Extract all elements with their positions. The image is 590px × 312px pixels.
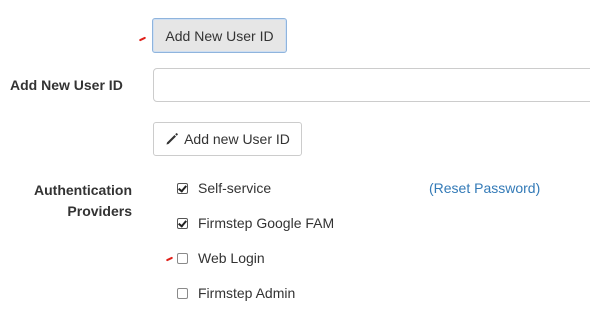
add-user-id-button-label: Add new User ID <box>184 131 290 147</box>
provider-firmstep-google-fam[interactable]: Firmstep Google FAM <box>177 215 334 231</box>
auth-label-line1: Authentication <box>34 182 132 198</box>
checkbox-unchecked[interactable] <box>177 287 188 299</box>
pencil-icon <box>165 132 179 146</box>
provider-label: Self-service <box>198 180 272 196</box>
provider-self-service[interactable]: Self-service <box>177 180 271 196</box>
annotation-mark <box>138 36 147 42</box>
add-user-id-button[interactable]: Add new User ID <box>153 122 302 156</box>
provider-label: Web Login <box>198 250 265 266</box>
auth-label-line2: Providers <box>67 203 132 219</box>
reset-password-link[interactable]: (Reset Password) <box>429 180 540 196</box>
provider-label: Firmstep Admin <box>198 285 296 301</box>
provider-label: Firmstep Google FAM <box>198 215 335 231</box>
checkbox-checked[interactable] <box>177 217 188 229</box>
annotation-mark <box>165 256 174 262</box>
checkbox-checked[interactable] <box>177 182 188 194</box>
auth-providers-label: Authentication Providers <box>34 180 132 222</box>
page: Add New User ID Add New User ID Add new … <box>0 0 590 312</box>
provider-web-login[interactable]: Web Login <box>177 250 265 266</box>
add-new-user-id-button[interactable]: Add New User ID <box>152 18 287 53</box>
provider-firmstep-admin[interactable]: Firmstep Admin <box>177 285 295 301</box>
checkbox-unchecked[interactable] <box>177 252 188 264</box>
user-id-label: Add New User ID <box>10 77 123 93</box>
user-id-input[interactable] <box>153 68 590 102</box>
